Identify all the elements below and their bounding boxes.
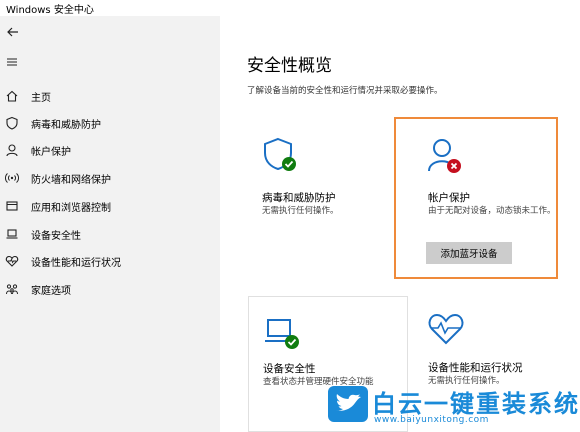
sidebar-item-label: 应用和浏览器控制 [31, 202, 111, 214]
watermark: 白云一键重装系统 www.baiyunxitong.com [326, 382, 580, 432]
person-icon [5, 143, 19, 157]
heart-icon [5, 254, 19, 268]
card-description: 无需执行任何操作。 [262, 206, 339, 216]
sidebar-item-device-security[interactable]: 设备安全性 [0, 221, 220, 247]
page-title: 安全性概览 [247, 56, 332, 76]
shield-check-icon [262, 136, 306, 176]
sidebar-item-firewall[interactable]: 防火墙和网络保护 [0, 165, 220, 191]
home-icon [5, 89, 19, 103]
menu-icon[interactable] [5, 54, 19, 68]
sidebar-item-label: 设备安全性 [31, 230, 81, 242]
laptop-check-icon [263, 315, 307, 355]
sidebar-item-home[interactable]: 主页 [0, 83, 220, 109]
card-title: 病毒和威胁防护 [262, 192, 336, 204]
sidebar-item-virus-protection[interactable]: 病毒和威胁防护 [0, 110, 220, 136]
wifi-icon [5, 171, 19, 185]
sidebar-item-device-health[interactable]: 设备性能和运行状况 [0, 248, 220, 274]
sidebar-item-app-browser[interactable]: 应用和浏览器控制 [0, 193, 220, 219]
sidebar-item-account-protection[interactable]: 帐户保护 [0, 137, 220, 163]
heart-check-icon [426, 310, 470, 350]
sidebar-item-family-options[interactable]: 家庭选项 [0, 276, 220, 302]
sidebar-item-label: 主页 [31, 92, 51, 104]
sidebar-item-label: 帐户保护 [31, 146, 71, 158]
sidebar-item-label: 病毒和威胁防护 [31, 119, 101, 131]
card-title: 设备性能和运行状况 [428, 362, 523, 374]
family-icon [5, 282, 19, 296]
shield-icon [5, 116, 19, 130]
bird-logo-icon [328, 386, 368, 422]
sidebar-item-label: 设备性能和运行状况 [31, 257, 121, 269]
card-title: 设备安全性 [263, 363, 316, 375]
title-bar: Windows 安全中心 [0, 0, 580, 16]
back-arrow-icon[interactable] [4, 24, 22, 40]
laptop-icon [5, 227, 19, 241]
window-title: Windows 安全中心 [6, 5, 94, 16]
app-window-icon [5, 199, 19, 213]
card-virus-protection[interactable]: 病毒和威胁防护 无需执行任何操作。 [248, 118, 394, 284]
sidebar: 主页 病毒和威胁防护 帐户保护 防火墙和网络保护 应用和浏览器控制 设备安全性 [0, 16, 220, 432]
watermark-url: www.baiyunxitong.com [374, 415, 489, 425]
sidebar-item-label: 防火墙和网络保护 [31, 174, 111, 186]
highlight-frame [394, 117, 558, 279]
watermark-text: 白云一键重装系统 [372, 390, 580, 418]
page-subtitle: 了解设备当前的安全性和运行情况并采取必要操作。 [247, 86, 443, 96]
sidebar-item-label: 家庭选项 [31, 285, 71, 297]
